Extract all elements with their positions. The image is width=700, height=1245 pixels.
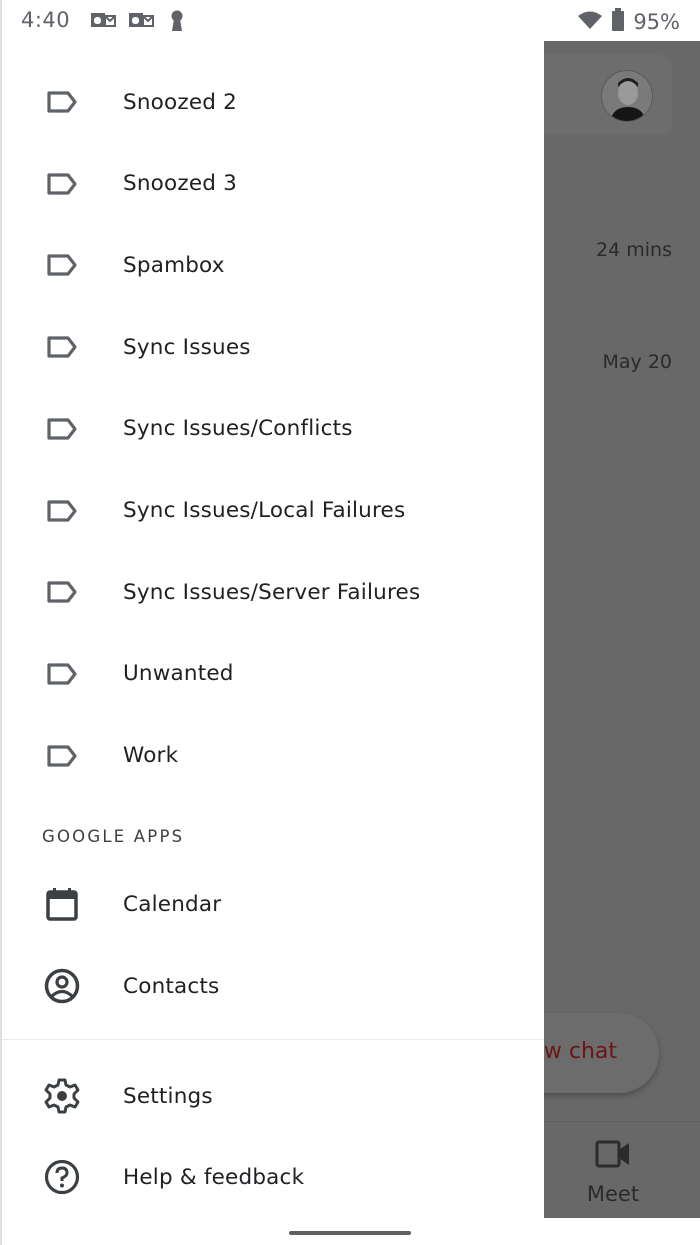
drawer-divider — [0, 1039, 544, 1040]
keyhole-icon — [169, 10, 185, 36]
label-icon — [42, 654, 82, 694]
status-bar: 4:40 95% — [0, 0, 700, 41]
drawer-item-label: Sync Issues/Server Failures — [123, 579, 421, 605]
drawer-item-label-folder[interactable]: Snoozed 2 — [0, 61, 544, 143]
drawer-item-calendar[interactable]: Calendar — [0, 863, 544, 945]
navigation-drawer: Snoozed 2 Snoozed 3 Spambox Sync Issues Sync… — [0, 41, 544, 1245]
drawer-item-label-folder[interactable]: Sync Issues/Server Failures — [0, 551, 544, 633]
drawer-item-label: Sync Issues — [123, 334, 251, 360]
drawer-item-label-folder[interactable]: Spambox — [0, 224, 544, 306]
account-avatar — [601, 70, 653, 122]
meet-tab-label[interactable]: Meet — [544, 1182, 682, 1206]
drawer-item-label: Snoozed 2 — [123, 89, 238, 115]
label-icon — [42, 736, 82, 776]
battery-percent: 95% — [633, 10, 680, 34]
drawer-item-contacts[interactable]: Contacts — [0, 945, 544, 1027]
drawer-item-label: Spambox — [123, 252, 225, 278]
drawer-item-label-folder[interactable]: Sync Issues — [0, 306, 544, 388]
label-icon — [42, 245, 82, 285]
drawer-item-label-folder[interactable]: Sync Issues/Conflicts — [0, 388, 544, 470]
email-time: May 20 — [602, 351, 673, 373]
outlook-icon — [128, 10, 154, 34]
status-time: 4:40 — [21, 8, 71, 32]
drawer-item-label: Sync Issues/Local Failures — [123, 498, 406, 523]
contacts-icon — [42, 966, 82, 1006]
drawer-item-label: Settings — [123, 1083, 213, 1109]
label-icon — [42, 82, 82, 122]
label-icon — [42, 164, 82, 204]
drawer-item-label: Help & feedback — [123, 1164, 305, 1190]
drawer-item-help[interactable]: Help & feedback — [0, 1136, 544, 1218]
drawer-item-label: Work — [123, 743, 179, 769]
label-icon — [42, 327, 82, 367]
help-icon — [42, 1157, 82, 1197]
outlook-icon — [90, 10, 116, 34]
drawer-item-label-folder[interactable]: Snoozed 3 — [0, 143, 544, 225]
label-icon — [42, 572, 82, 612]
drawer-item-label-folder[interactable]: Unwanted — [0, 633, 544, 715]
video-camera-icon[interactable] — [595, 1140, 631, 1172]
wifi-icon — [577, 10, 603, 34]
calendar-icon — [42, 884, 82, 924]
bottom-nav: Meet — [544, 1121, 700, 1218]
fab-label: w chat — [543, 1039, 617, 1064]
email-time: 24 mins — [596, 239, 672, 261]
screen-edge — [0, 0, 2, 1245]
label-icon — [42, 491, 82, 531]
drawer-item-label-folder[interactable]: Work — [0, 715, 544, 797]
gear-icon — [42, 1076, 82, 1116]
drawer-item-settings[interactable]: Settings — [0, 1055, 544, 1137]
drawer-item-label: Unwanted — [123, 661, 234, 687]
system-nav-bar — [0, 1218, 700, 1245]
drawer-item-label: Calendar — [123, 891, 222, 917]
google-apps-header: GOOGLE APPS — [42, 827, 185, 846]
drawer-item-label: Contacts — [123, 973, 220, 999]
drawer-item-label: Snoozed 3 — [123, 171, 238, 197]
gesture-handle[interactable] — [289, 1231, 411, 1235]
drawer-item-label-folder[interactable]: Sync Issues/Local Failures — [0, 470, 544, 552]
label-icon — [42, 409, 82, 449]
battery-icon — [611, 8, 625, 36]
drawer-item-label: Sync Issues/Conflicts — [123, 416, 353, 442]
